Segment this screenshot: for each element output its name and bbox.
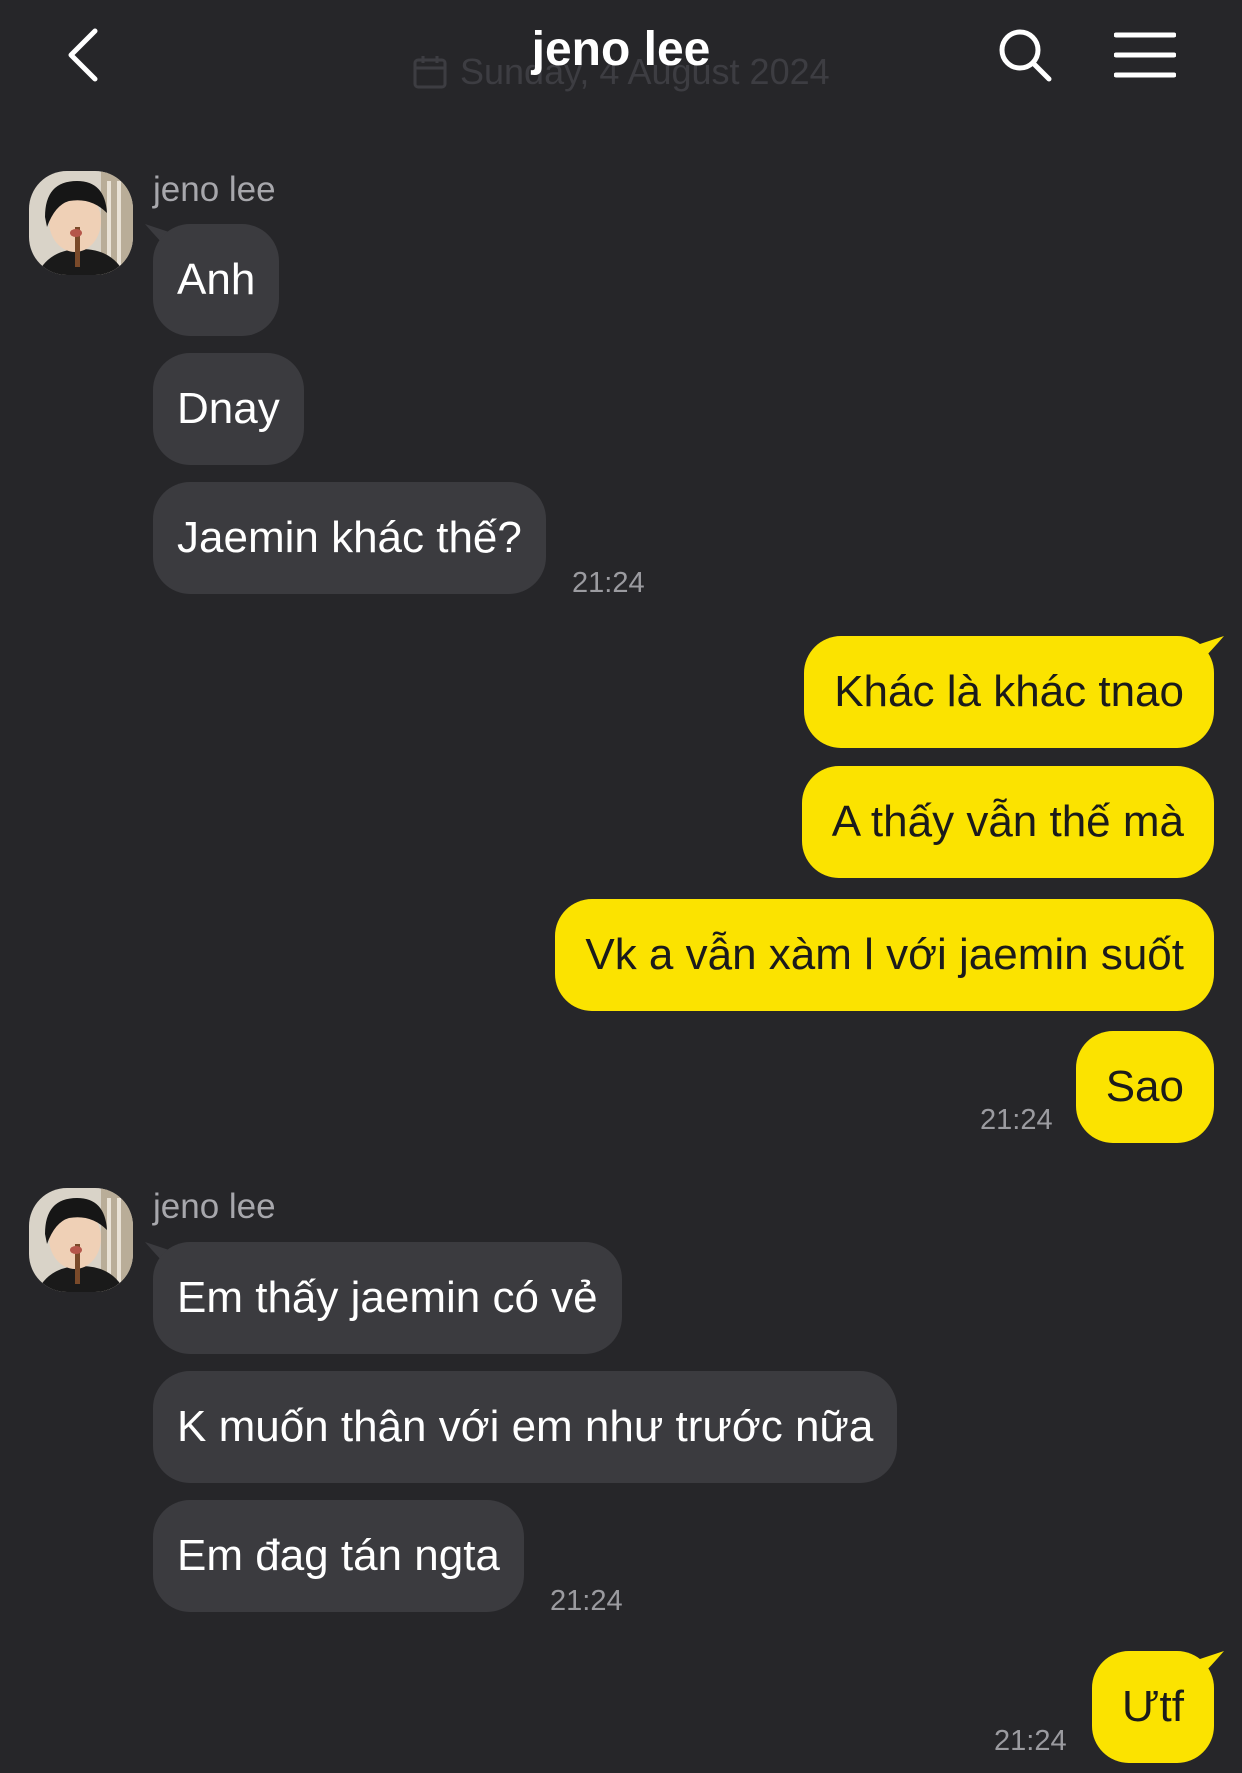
hamburger-menu-icon [1114, 32, 1176, 78]
message-timestamp: 21:24 [994, 1725, 1067, 1757]
outgoing-message[interactable]: A thấy vẫn thế mà [801, 766, 1214, 878]
avatar[interactable] [29, 1188, 133, 1292]
search-button[interactable] [990, 20, 1060, 90]
chat-header: Sunday, 4 August 2024 jeno lee [0, 0, 1242, 120]
outgoing-message[interactable]: Sao [1075, 1031, 1214, 1143]
incoming-message[interactable]: K muốn thân với em như trước nữa [153, 1371, 898, 1483]
outgoing-message[interactable]: Khác là khác tnao [804, 636, 1214, 748]
incoming-message[interactable]: Jaemin khác thế? [153, 482, 546, 594]
incoming-message[interactable]: Dnay [153, 353, 304, 465]
sender-name: jeno lee [153, 170, 276, 209]
outgoing-message[interactable]: Vk a vẫn xàm l với jaemin suốt [555, 899, 1214, 1011]
search-icon [999, 29, 1052, 82]
profile-photo [29, 171, 133, 275]
back-button[interactable] [48, 20, 118, 90]
sender-name: jeno lee [153, 1187, 276, 1226]
chat-title: jeno lee [531, 23, 711, 76]
menu-button[interactable] [1110, 20, 1180, 90]
incoming-message[interactable]: Anh [153, 224, 280, 336]
chevron-left-icon [68, 28, 98, 82]
incoming-message[interactable]: Em thấy jaemin có vẻ [153, 1242, 622, 1354]
message-timestamp: 21:24 [550, 1585, 623, 1617]
avatar[interactable] [29, 171, 133, 275]
outgoing-message[interactable]: Ưtf [1092, 1651, 1214, 1763]
message-timestamp: 21:24 [980, 1104, 1053, 1136]
incoming-message[interactable]: Em đag tán ngta [153, 1500, 524, 1612]
profile-photo [29, 1188, 133, 1292]
message-timestamp: 21:24 [572, 567, 645, 599]
